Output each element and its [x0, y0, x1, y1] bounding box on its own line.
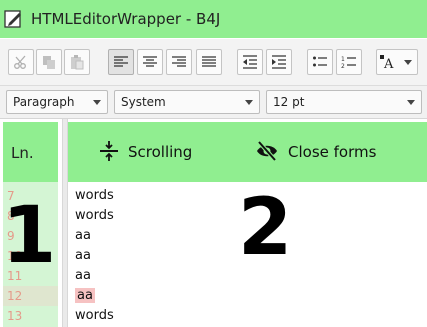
text-color-icon: A [380, 55, 394, 70]
bullet-list-icon [313, 56, 327, 67]
align-right-icon [172, 56, 186, 67]
close-forms-label: Close forms [288, 143, 377, 161]
bullet-list-button[interactable] [307, 49, 333, 75]
align-left-button[interactable] [108, 49, 134, 75]
scrolling-label: Scrolling [128, 143, 193, 161]
align-center-button[interactable] [137, 49, 163, 75]
paste-icon [71, 55, 84, 70]
line-text: words [75, 188, 114, 203]
align-center-icon [143, 56, 157, 67]
justify-button[interactable] [196, 49, 222, 75]
svg-text:2: 2 [341, 63, 345, 70]
text-color-button[interactable]: A [376, 49, 418, 75]
scrolling-button[interactable]: Scrolling [98, 136, 228, 168]
font-size-value: 12 pt [273, 95, 305, 109]
align-right-button[interactable] [166, 49, 192, 75]
numbered-list-icon: 12 [341, 56, 356, 70]
chevron-down-icon [93, 100, 101, 105]
editor-line[interactable]: words [75, 186, 114, 206]
editor-header: Scrolling Close forms [68, 122, 427, 182]
svg-text:A: A [383, 57, 394, 70]
line-number-header: Ln. [3, 122, 58, 182]
paragraph-format-select[interactable]: Paragraph [6, 90, 108, 114]
indent-button[interactable] [266, 49, 292, 75]
chevron-down-icon [245, 100, 253, 105]
editor-line[interactable]: words [75, 306, 114, 326]
chevron-down-icon [404, 60, 412, 65]
numbered-list-button[interactable]: 12 [336, 49, 362, 75]
line-text: aa [75, 248, 91, 263]
editor-line[interactable]: words [75, 206, 114, 226]
copy-icon [43, 56, 55, 69]
line-number: 13 [7, 309, 23, 323]
outdent-icon [243, 55, 257, 69]
line-text: words [75, 208, 114, 223]
line-number: 12 [7, 289, 23, 303]
paragraph-format-value: Paragraph [13, 95, 75, 109]
line-text: aa [75, 288, 95, 303]
scissors-icon [14, 55, 26, 69]
font-size-select[interactable]: 12 pt [266, 90, 422, 114]
copy-button[interactable] [36, 49, 62, 75]
line-text: words [75, 308, 114, 323]
align-left-icon [114, 56, 128, 67]
vertical-split-icon [100, 141, 118, 161]
paste-button[interactable] [64, 49, 90, 75]
outdent-button[interactable] [237, 49, 263, 75]
line-text: aa [75, 228, 91, 243]
close-forms-button[interactable]: Close forms [256, 136, 426, 168]
font-family-value: System [121, 95, 166, 109]
annotation-number-one: 1 [2, 191, 57, 281]
svg-text:1: 1 [341, 56, 345, 63]
line-number-header-label: Ln. [11, 144, 34, 162]
window-title: HTMLEditorWrapper - B4J [31, 10, 221, 28]
font-family-select[interactable]: System [114, 90, 260, 114]
indent-icon [272, 55, 286, 69]
justify-icon [202, 56, 216, 67]
cut-button[interactable] [8, 49, 34, 75]
chevron-down-icon [407, 100, 415, 105]
editor-line-highlighted[interactable]: aa [75, 286, 95, 306]
editor-app-icon [4, 8, 24, 28]
editor-line[interactable]: aa [75, 246, 91, 266]
eye-slash-icon [257, 140, 277, 162]
line-text: aa [75, 268, 91, 283]
editor-line[interactable]: aa [75, 266, 91, 286]
editor-line[interactable]: aa [75, 226, 91, 246]
format-bar: Paragraph System 12 pt [0, 86, 427, 119]
formatting-toolbar: 12 A [0, 39, 427, 86]
title-bar: HTMLEditorWrapper - B4J [0, 0, 427, 38]
annotation-number-two: 2 [238, 183, 293, 273]
